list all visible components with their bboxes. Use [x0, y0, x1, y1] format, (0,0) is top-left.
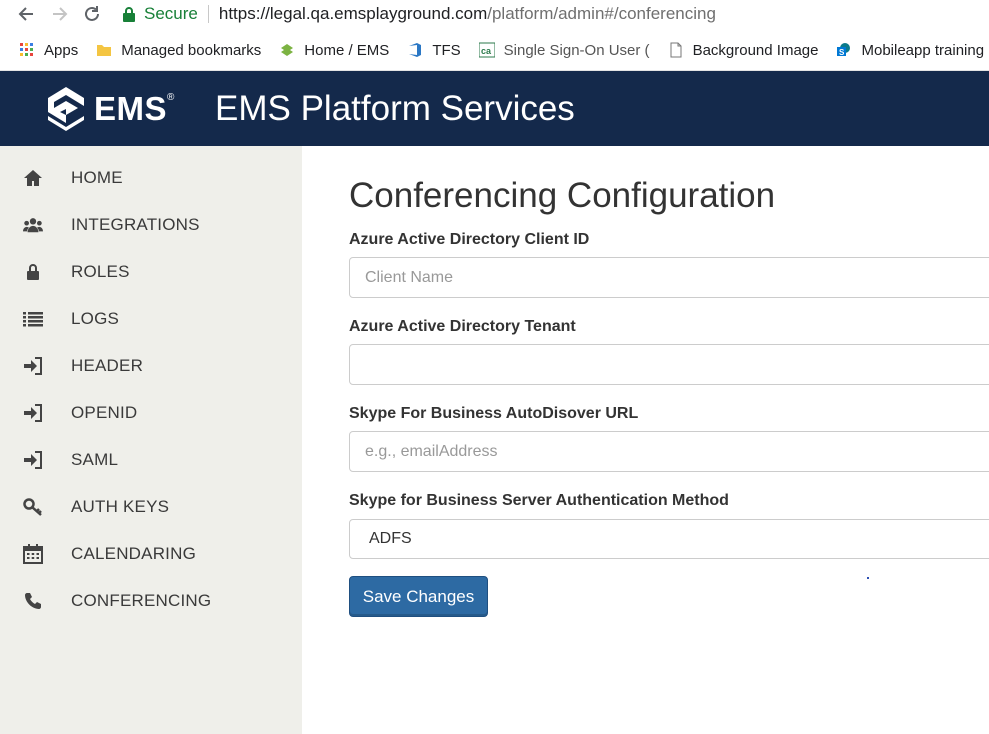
client-id-input[interactable] — [349, 257, 989, 298]
forward-arrow-icon[interactable] — [48, 2, 72, 26]
sidebar-item-label: CALENDARING — [71, 543, 197, 563]
sidebar: HOME INTEGRATIONS ROLES LOGS HEADER OPEN… — [0, 146, 302, 734]
tenant-input[interactable] — [349, 344, 989, 385]
sidebar-item-label: AUTH KEYS — [71, 496, 170, 516]
bookmark-label: Apps — [44, 41, 79, 59]
bookmark-label: Single Sign-On User ( — [503, 41, 650, 59]
bookmark-label: Mobileapp training 1 — [861, 41, 989, 59]
tfs-icon — [409, 43, 422, 57]
sidebar-item-label: OPENID — [71, 402, 138, 422]
browser-address-bar: Secure https://legal.qa.emsplayground.co… — [0, 0, 989, 30]
ca-icon: ca — [478, 42, 495, 58]
bookmark-label: Home / EMS — [304, 41, 390, 59]
bookmark-label: Managed bookmarks — [121, 41, 262, 59]
home-icon — [23, 168, 43, 188]
sidebar-item-conferencing[interactable]: CONFERENCING — [0, 577, 302, 624]
url-bar[interactable]: Secure https://legal.qa.emsplayground.co… — [112, 0, 989, 28]
url-separator — [207, 5, 209, 23]
app-title: EMS Platform Services — [215, 89, 575, 128]
bookmark-label: Background Image — [692, 41, 819, 59]
bookmark-apps[interactable]: Apps — [19, 42, 78, 59]
autodiscover-input[interactable] — [349, 431, 989, 472]
sign-in-icon — [23, 356, 43, 376]
bookmarks-bar: Apps Managed bookmarks Home / EMS TFS ca… — [0, 30, 989, 71]
auth-method-select[interactable]: ADFS — [349, 519, 989, 559]
svg-text:S: S — [839, 48, 845, 57]
sidebar-item-logs[interactable]: LOGS — [0, 295, 302, 342]
sidebar-item-auth-keys[interactable]: AUTH KEYS — [0, 483, 302, 530]
logo-text: EMS — [94, 90, 168, 127]
back-arrow-icon[interactable] — [14, 2, 38, 26]
tenant-label: Azure Active Directory Tenant — [349, 318, 576, 335]
apps-grid-icon — [20, 43, 33, 56]
page-title: Conferencing Configuration — [349, 176, 776, 215]
folder-icon — [97, 45, 112, 56]
registered-mark: ® — [167, 92, 175, 103]
sign-in-icon — [23, 450, 43, 470]
app-header: EMS ® EMS Platform Services — [0, 71, 989, 146]
lock-icon — [123, 7, 135, 22]
sidebar-item-integrations[interactable]: INTEGRATIONS — [0, 201, 302, 248]
sidebar-item-header[interactable]: HEADER — [0, 342, 302, 389]
main-content: Conferencing Configuration Azure Active … — [302, 146, 989, 734]
ems-icon — [281, 44, 294, 56]
bookmark-managed[interactable]: Managed bookmarks — [96, 42, 261, 59]
sharepoint-icon: S — [837, 43, 851, 57]
url-path: /platform/admin#/conferencing — [487, 4, 716, 23]
users-icon — [23, 215, 43, 235]
sidebar-item-label: LOGS — [71, 308, 120, 328]
bookmark-tfs[interactable]: TFS — [407, 41, 461, 59]
bookmark-sso[interactable]: ca Single Sign-On User ( — [478, 41, 650, 59]
page-icon — [670, 42, 682, 58]
sidebar-item-label: ROLES — [71, 261, 130, 281]
list-icon — [23, 309, 43, 329]
auth-method-value: ADFS — [369, 530, 412, 547]
save-changes-button[interactable]: Save Changes — [349, 576, 488, 617]
sign-in-icon — [23, 403, 43, 423]
sidebar-item-label: HEADER — [71, 355, 144, 375]
ems-logo[interactable]: EMS ® — [46, 86, 174, 132]
sidebar-item-label: CONFERENCING — [71, 590, 212, 610]
key-icon — [23, 497, 43, 517]
bookmark-home-ems[interactable]: Home / EMS — [279, 42, 389, 59]
sidebar-item-home[interactable]: HOME — [0, 154, 302, 201]
reload-icon[interactable] — [80, 2, 104, 26]
sidebar-item-openid[interactable]: OPENID — [0, 389, 302, 436]
client-id-label: Azure Active Directory Client ID — [349, 231, 590, 248]
url-host: https://legal.qa.emsplayground.com — [218, 4, 488, 23]
ems-logo-icon — [48, 87, 84, 131]
lock-icon — [23, 262, 43, 282]
phone-icon — [23, 591, 43, 611]
sidebar-item-label: INTEGRATIONS — [71, 214, 200, 234]
auth-method-label: Skype for Business Server Authentication… — [349, 492, 729, 509]
secure-label: Secure — [144, 4, 198, 23]
sidebar-item-roles[interactable]: ROLES — [0, 248, 302, 295]
sidebar-item-calendaring[interactable]: CALENDARING — [0, 530, 302, 577]
bookmark-background[interactable]: Background Image — [668, 41, 819, 59]
sidebar-item-label: SAML — [71, 449, 119, 469]
calendar-icon — [23, 543, 43, 564]
sidebar-item-saml[interactable]: SAML — [0, 436, 302, 483]
autodiscover-label: Skype For Business AutoDisover URL — [349, 405, 639, 422]
bookmark-mobileapp[interactable]: S Mobileapp training 1 — [836, 42, 989, 59]
sidebar-item-label: HOME — [71, 167, 123, 187]
stray-dot — [867, 577, 869, 579]
bookmark-label: TFS — [432, 41, 461, 59]
svg-text:ca: ca — [481, 46, 492, 56]
